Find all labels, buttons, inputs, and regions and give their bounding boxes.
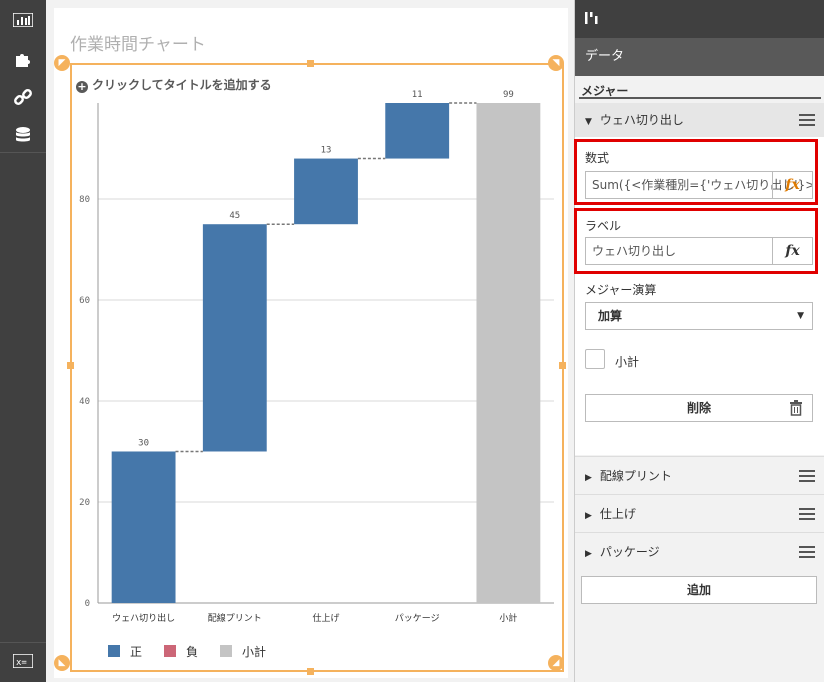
puzzle-icon[interactable]: [10, 48, 36, 70]
add-measure-button[interactable]: 追加: [581, 576, 817, 604]
section-divider: [579, 97, 821, 99]
legend-swatch: [164, 645, 176, 657]
y-tick-label: 60: [79, 296, 90, 306]
delete-button[interactable]: 削除: [585, 394, 813, 422]
subtotal-checkbox[interactable]: [585, 349, 605, 369]
highlight-box-expression: [574, 139, 818, 205]
bar-5: [476, 103, 541, 603]
variable-icon[interactable]: x=: [10, 650, 36, 672]
sheet-canvas: 作業時間チャート ◤ ◥ ◣ ◢ + クリックしてタイトルを追加する 0 20 40 6…: [46, 0, 574, 682]
x-tick-label: 配線プリント: [208, 612, 262, 624]
trash-icon: [790, 400, 802, 416]
y-tick-label: 0: [85, 599, 90, 609]
data-label: 30: [138, 438, 149, 448]
data-label: 11: [412, 90, 423, 100]
drag-handle-icon[interactable]: [799, 114, 815, 126]
dropdown-arrow-icon: ▼: [797, 311, 804, 321]
highlight-box-label: [574, 208, 818, 274]
measure-header-expanded[interactable]: ▼ ウェハ切り出し: [575, 103, 824, 137]
legend-swatch: [220, 645, 232, 657]
bar-4: [385, 103, 450, 159]
data-label: 13: [321, 146, 332, 156]
bar-chart-icon[interactable]: [10, 9, 36, 31]
chevron-right-icon: ▶: [585, 549, 592, 559]
y-tick-label: 20: [79, 498, 90, 508]
calc-label: メジャー演算: [585, 283, 657, 297]
resize-handle-top[interactable]: [307, 60, 314, 67]
chevron-right-icon: ▶: [585, 511, 592, 521]
waterfall-chart: 0 20 40 60 80 30 ウェハ切り出し 45 配線プリント 13 仕上げ 11 パッケージ 99…: [79, 90, 554, 659]
bar-2: [202, 224, 267, 452]
drag-handle-icon[interactable]: [799, 508, 815, 520]
properties-panel: データ メジャー ▼ ウェハ切り出し 数式 Sum({<作業種別={'ウェハ切り出…: [574, 0, 824, 682]
x-tick-label: ウェハ切り出し: [112, 612, 175, 624]
corner-handle-top-right[interactable]: ◥: [548, 55, 564, 71]
x-tick-label: パッケージ: [395, 613, 440, 624]
measure-header-collapsed[interactable]: ▶ 仕上げ: [575, 494, 824, 532]
data-label: 99: [503, 90, 514, 100]
calc-select[interactable]: 加算 ▼: [585, 302, 813, 330]
left-toolbar: x=: [0, 0, 46, 682]
y-tick-label: 80: [79, 195, 90, 205]
subtotal-checkbox-label: 小計: [615, 355, 640, 369]
legend-label: 正: [130, 645, 142, 659]
chevron-right-icon: ▶: [585, 473, 592, 483]
chart-title[interactable]: 作業時間チャート: [70, 30, 206, 55]
panel-header: [575, 0, 824, 38]
measure-body: 数式 Sum({<作業種別={'ウェハ切り出し'}>} fx ラベル ウェハ切り…: [574, 137, 824, 455]
tab-data[interactable]: データ: [575, 38, 824, 76]
bar-3: [294, 158, 358, 225]
svg-text:x=: x=: [16, 658, 27, 668]
database-icon[interactable]: [10, 124, 36, 146]
drag-handle-icon[interactable]: [799, 546, 815, 558]
bar-1: [111, 451, 176, 603]
legend-label: 小計: [242, 644, 266, 659]
corner-handle-top-left[interactable]: ◤: [54, 55, 70, 71]
chevron-down-icon: ▼: [585, 117, 592, 127]
measure-header-collapsed[interactable]: ▶ パッケージ: [575, 532, 824, 570]
legend-swatch: [108, 645, 120, 657]
chart-card: 作業時間チャート ◤ ◥ ◣ ◢ + クリックしてタイトルを追加する 0 20 40 6…: [54, 8, 568, 678]
x-tick-label: 仕上げ: [312, 612, 339, 624]
measure-header-collapsed[interactable]: ▶ 配線プリント: [575, 456, 824, 494]
y-tick-label: 40: [79, 397, 90, 407]
x-tick-label: 小計: [499, 612, 517, 624]
drag-handle-icon[interactable]: [799, 470, 815, 482]
data-label: 45: [229, 211, 240, 221]
legend-label: 負: [186, 645, 198, 659]
panel-logo-icon: [585, 12, 598, 24]
link-icon[interactable]: [10, 86, 36, 108]
